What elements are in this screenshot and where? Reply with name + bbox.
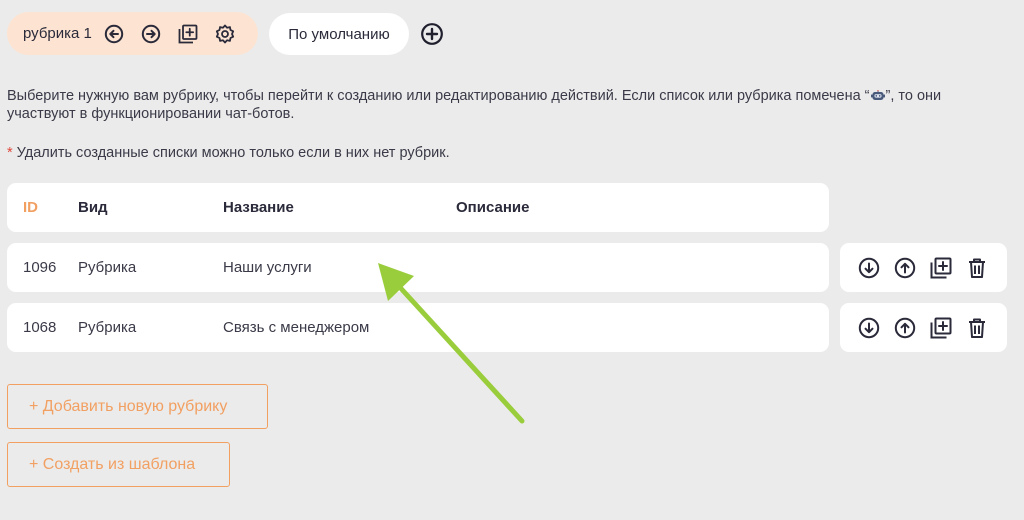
arrow-left-circle-icon[interactable] <box>102 22 126 46</box>
row-actions <box>840 303 1007 352</box>
required-marker: * <box>7 145 13 161</box>
column-header-id: ID <box>23 199 38 216</box>
trash-icon[interactable] <box>965 316 989 340</box>
move-up-icon[interactable] <box>893 256 917 280</box>
tab-default[interactable]: По умолчанию <box>269 13 409 55</box>
row-name: Наши услуги <box>223 259 312 276</box>
column-header-type: Вид <box>78 199 108 216</box>
settings-gear-icon[interactable] <box>213 22 237 46</box>
delete-note-text: Удалить созданные списки можно только ес… <box>16 145 450 161</box>
add-rubric-button[interactable]: + Добавить новую рубрику <box>7 384 268 429</box>
trash-icon[interactable] <box>965 256 989 280</box>
copy-add-icon[interactable] <box>176 22 200 46</box>
table-row[interactable]: 1068 Рубрика Связь с менеджером <box>7 303 829 352</box>
row-type: Рубрика <box>78 319 137 336</box>
move-down-icon[interactable] <box>857 256 881 280</box>
table-row[interactable]: 1096 Рубрика Наши услуги <box>7 243 829 292</box>
copy-add-icon[interactable] <box>929 256 953 280</box>
create-from-template-button[interactable]: + Создать из шаблона <box>7 442 230 487</box>
column-header-name: Название <box>223 199 294 216</box>
plus-circle-icon[interactable] <box>420 22 444 46</box>
tab-rubric-1[interactable]: рубрика 1 <box>7 12 258 55</box>
row-actions <box>840 243 1007 292</box>
row-name: Связь с менеджером <box>223 319 370 336</box>
copy-add-icon[interactable] <box>929 316 953 340</box>
table-header: ID Вид Название Описание <box>7 183 829 232</box>
delete-note: * Удалить созданные списки можно только е… <box>7 145 450 161</box>
rubrics-page: рубрика 1 По умолчанию Выберите нужную в… <box>0 0 1024 520</box>
info-text: Выберите нужную вам рубрику, чтобы перей… <box>7 87 967 123</box>
tab-rubric-1-label: рубрика 1 <box>23 25 92 42</box>
arrow-right-circle-icon[interactable] <box>139 22 163 46</box>
row-id: 1096 <box>23 259 57 276</box>
info-text-part-1: Выберите нужную вам рубрику, чтобы перей… <box>7 88 870 104</box>
robot-icon <box>870 88 885 100</box>
move-up-icon[interactable] <box>893 316 917 340</box>
row-type: Рубрика <box>78 259 137 276</box>
row-id: 1068 <box>23 319 57 336</box>
move-down-icon[interactable] <box>857 316 881 340</box>
column-header-description: Описание <box>456 199 530 216</box>
